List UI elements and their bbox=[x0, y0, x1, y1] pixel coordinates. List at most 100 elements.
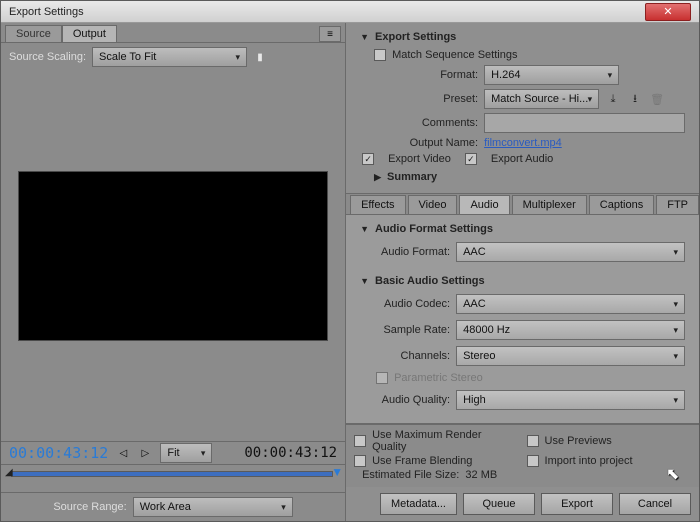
video-preview bbox=[18, 171, 328, 341]
channels-label: Channels: bbox=[360, 350, 450, 362]
zoom-fit-dropdown[interactable]: Fit bbox=[160, 443, 212, 463]
source-range-label: Source Range: bbox=[53, 501, 126, 513]
tab-audio[interactable]: Audio bbox=[459, 195, 509, 214]
close-icon: ✕ bbox=[663, 5, 672, 18]
source-scaling-row: Source Scaling: Scale To Fit ▮ bbox=[1, 43, 345, 71]
export-settings-heading[interactable]: ▼ Export Settings bbox=[352, 27, 693, 47]
export-audio-checkbox[interactable]: ✓ bbox=[465, 153, 477, 165]
step-forward-icon[interactable]: ▷ bbox=[138, 446, 152, 460]
output-name-link[interactable]: filmconvert.mp4 bbox=[484, 137, 562, 149]
use-frame-blending-label: Use Frame Blending bbox=[372, 455, 472, 467]
channels-dropdown[interactable]: Stereo bbox=[456, 346, 685, 366]
timecode-left[interactable]: 00:00:43:12 bbox=[9, 444, 108, 462]
audio-format-value: AAC bbox=[463, 246, 486, 258]
tab-ftp[interactable]: FTP bbox=[656, 195, 699, 214]
summary-label: Summary bbox=[387, 171, 437, 183]
footer-buttons: Metadata... Queue Export Cancel bbox=[346, 487, 699, 521]
timecode-right: 00:00:43:12 bbox=[244, 445, 337, 461]
close-button[interactable]: ✕ bbox=[645, 3, 691, 21]
export-settings-window: Export Settings ✕ Source Output ≡ Source… bbox=[0, 0, 700, 522]
preview-tabs: Source Output ≡ bbox=[1, 23, 345, 43]
left-panel: Source Output ≡ Source Scaling: Scale To… bbox=[1, 23, 346, 521]
parametric-stereo-checkbox bbox=[376, 372, 388, 384]
import-preset-icon[interactable]: ⭳ bbox=[627, 91, 643, 107]
preview-controls: 00:00:43:12 ◁ ▷ Fit 00:00:43:12 bbox=[1, 441, 345, 465]
source-scaling-dropdown[interactable]: Scale To Fit bbox=[92, 47, 247, 67]
delete-preset-icon[interactable]: 🗑 bbox=[649, 91, 665, 107]
titlebar: Export Settings ✕ bbox=[1, 1, 699, 23]
use-max-render-checkbox[interactable] bbox=[354, 435, 366, 447]
timeline[interactable]: ◢ ▼ bbox=[1, 465, 345, 493]
source-range-row: Source Range: Work Area bbox=[1, 493, 345, 521]
format-dropdown[interactable]: H.264 bbox=[484, 65, 619, 85]
chevron-down-icon: ▼ bbox=[360, 32, 369, 42]
use-max-render-label: Use Maximum Render Quality bbox=[372, 429, 518, 453]
sample-rate-dropdown[interactable]: 48000 Hz bbox=[456, 320, 685, 340]
sample-rate-label: Sample Rate: bbox=[360, 324, 450, 336]
export-audio-label: Export Audio bbox=[491, 153, 553, 165]
timeline-bar[interactable] bbox=[11, 471, 333, 477]
tab-source[interactable]: Source bbox=[5, 25, 62, 42]
right-panel: ▼ Export Settings Match Sequence Setting… bbox=[346, 23, 699, 521]
tab-captions[interactable]: Captions bbox=[589, 195, 654, 214]
export-video-label: Export Video bbox=[388, 153, 451, 165]
audio-quality-value: High bbox=[463, 394, 486, 406]
crop-icon[interactable]: ▮ bbox=[253, 50, 267, 64]
tab-video[interactable]: Video bbox=[408, 195, 458, 214]
audio-codec-dropdown[interactable]: AAC bbox=[456, 294, 685, 314]
use-previews-checkbox[interactable] bbox=[527, 435, 539, 447]
cancel-button[interactable]: Cancel bbox=[619, 493, 691, 515]
audio-format-dropdown[interactable]: AAC bbox=[456, 242, 685, 262]
parametric-stereo-label: Parametric Stereo bbox=[394, 372, 483, 384]
chevron-down-icon: ▼ bbox=[360, 276, 369, 286]
tab-multiplexer[interactable]: Multiplexer bbox=[512, 195, 587, 214]
export-settings-label: Export Settings bbox=[375, 31, 456, 43]
preview-area bbox=[1, 71, 345, 441]
preset-dropdown[interactable]: Match Source - Hi... bbox=[484, 89, 599, 109]
audio-codec-value: AAC bbox=[463, 298, 486, 310]
chevron-right-icon: ▶ bbox=[374, 172, 381, 183]
source-scaling-label: Source Scaling: bbox=[9, 51, 86, 63]
tab-output[interactable]: Output bbox=[62, 25, 117, 42]
audio-format-heading[interactable]: ▼ Audio Format Settings bbox=[346, 219, 699, 239]
chevron-down-icon: ▼ bbox=[360, 224, 369, 234]
tab-effects[interactable]: Effects bbox=[350, 195, 405, 214]
use-frame-blending-checkbox[interactable] bbox=[354, 455, 366, 467]
playhead-icon[interactable]: ▼ bbox=[331, 465, 343, 479]
estimated-file-size-value: 32 MB bbox=[465, 469, 497, 481]
step-back-icon[interactable]: ◁ bbox=[116, 446, 130, 460]
basic-audio-heading[interactable]: ▼ Basic Audio Settings bbox=[346, 271, 699, 291]
source-scaling-value: Scale To Fit bbox=[99, 51, 156, 63]
source-range-dropdown[interactable]: Work Area bbox=[133, 497, 293, 517]
bottom-options: Use Maximum Render Quality Use Previews … bbox=[346, 424, 699, 487]
source-range-value: Work Area bbox=[140, 501, 191, 513]
import-into-project-label: Import into project bbox=[545, 455, 633, 467]
queue-button[interactable]: Queue bbox=[463, 493, 535, 515]
audio-format-label: Audio Format: bbox=[360, 246, 450, 258]
basic-audio-heading-label: Basic Audio Settings bbox=[375, 275, 485, 287]
preset-label: Preset: bbox=[360, 93, 478, 105]
panel-menu-icon[interactable]: ≡ bbox=[319, 26, 341, 42]
summary-heading[interactable]: ▶ Summary bbox=[352, 167, 693, 187]
match-sequence-checkbox[interactable] bbox=[374, 49, 386, 61]
save-preset-icon[interactable]: ⤓ bbox=[605, 91, 621, 107]
audio-format-heading-label: Audio Format Settings bbox=[375, 223, 493, 235]
in-point-handle[interactable]: ◢ bbox=[5, 467, 13, 478]
preset-value: Match Source - Hi... bbox=[491, 93, 588, 105]
export-video-checkbox[interactable]: ✓ bbox=[362, 153, 374, 165]
format-label: Format: bbox=[360, 69, 478, 81]
estimated-file-size-label: Estimated File Size: bbox=[362, 469, 459, 481]
audio-quality-dropdown[interactable]: High bbox=[456, 390, 685, 410]
metadata-button[interactable]: Metadata... bbox=[380, 493, 457, 515]
sample-rate-value: 48000 Hz bbox=[463, 324, 510, 336]
format-value: H.264 bbox=[491, 69, 520, 81]
settings-tabs: Effects Video Audio Multiplexer Captions… bbox=[346, 193, 699, 215]
output-name-label: Output Name: bbox=[360, 137, 478, 149]
audio-settings-scroll[interactable]: ▼ Audio Format Settings Audio Format: AA… bbox=[346, 215, 699, 424]
export-button[interactable]: Export bbox=[541, 493, 613, 515]
import-into-project-checkbox[interactable] bbox=[527, 455, 539, 467]
channels-value: Stereo bbox=[463, 350, 495, 362]
comments-input[interactable] bbox=[484, 113, 685, 133]
comments-label: Comments: bbox=[360, 117, 478, 129]
audio-codec-label: Audio Codec: bbox=[360, 298, 450, 310]
